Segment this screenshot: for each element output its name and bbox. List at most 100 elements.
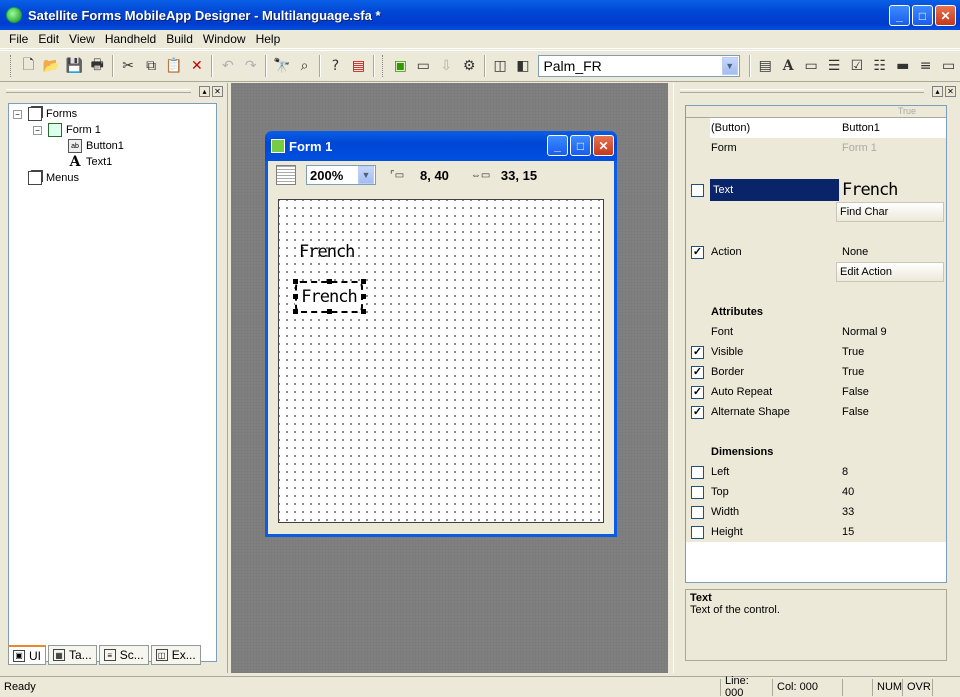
find-icon[interactable]: 🔭	[270, 55, 293, 77]
panel-collapse-button[interactable]: ▴	[932, 85, 943, 97]
build-icon[interactable]: ⚙	[458, 55, 481, 77]
new-icon[interactable]: 🗋	[17, 55, 40, 77]
tab-scripts[interactable]: ≡ Sc...	[98, 645, 149, 665]
tree-item-menus[interactable]: Menus	[13, 170, 216, 186]
menu-window[interactable]: Window	[198, 32, 251, 46]
save-icon[interactable]: 💾	[63, 55, 86, 77]
resize-handle[interactable]	[361, 294, 366, 299]
tree-item-form1[interactable]: − Form 1	[13, 122, 216, 138]
chevron-down-icon[interactable]: ▼	[721, 57, 738, 75]
form-minimize-button[interactable]: _	[547, 135, 568, 156]
tab-tables[interactable]: ▦ Ta...	[48, 645, 97, 665]
pdf-icon[interactable]: ▤	[347, 55, 370, 77]
layout-icon[interactable]: ◫	[489, 55, 512, 77]
form-close-button[interactable]: ✕	[593, 135, 614, 156]
top-checkbox[interactable]	[691, 485, 704, 499]
find-replace-icon[interactable]: ⌕	[293, 55, 316, 77]
help-icon[interactable]: ?	[324, 55, 347, 77]
close-button[interactable]: ✕	[935, 5, 956, 26]
collapse-icon[interactable]: −	[33, 125, 42, 135]
altshape-checkbox[interactable]: ✓	[691, 405, 704, 419]
prop-row-border[interactable]: ✓ Border True	[686, 362, 946, 382]
chevron-down-icon[interactable]: ▼	[358, 166, 374, 184]
button-control-icon[interactable]: ▬	[891, 55, 914, 77]
visible-checkbox[interactable]: ✓	[691, 345, 704, 359]
resize-handle[interactable]	[327, 279, 332, 284]
resize-grip-icon[interactable]	[932, 678, 960, 696]
menu-view[interactable]: View	[64, 32, 100, 46]
prop-value[interactable]: Button1	[839, 118, 946, 138]
panel-collapse-button[interactable]: ▴	[199, 85, 210, 97]
prop-row-autorepeat[interactable]: ✓ Auto Repeat False	[686, 382, 946, 402]
project-tree[interactable]: − Forms − Form 1 ab Button1 A Text1 Menu…	[8, 103, 217, 662]
tab-ui[interactable]: ▣ UI	[8, 645, 46, 665]
autorepeat-checkbox[interactable]: ✓	[691, 385, 704, 399]
action-checkbox[interactable]: ✓	[691, 245, 704, 259]
prop-value[interactable]: True	[839, 342, 946, 362]
label-control-icon[interactable]: ▤	[754, 55, 777, 77]
edit-control-icon[interactable]: ▭	[800, 55, 823, 77]
prop-row-top[interactable]: Top 40	[686, 482, 946, 502]
form-title-bar[interactable]: Form 1 _ □ ✕	[265, 131, 617, 161]
prop-value[interactable]: 33	[839, 502, 946, 522]
prop-value[interactable]: False	[839, 402, 946, 422]
panel-close-button[interactable]: ✕	[945, 85, 956, 97]
edit-action-button[interactable]: Edit Action	[836, 262, 944, 282]
prop-value[interactable]: French	[839, 180, 946, 200]
border-checkbox[interactable]: ✓	[691, 365, 704, 379]
arrange-icon[interactable]: ◧	[512, 55, 535, 77]
copy-icon[interactable]: ⧉	[140, 55, 163, 77]
prop-row-altshape[interactable]: ✓ Alternate Shape False	[686, 402, 946, 422]
delete-icon[interactable]: ✕	[185, 55, 208, 77]
download-icon[interactable]: ⇩	[435, 55, 458, 77]
resize-handle[interactable]	[293, 309, 298, 314]
minimize-button[interactable]: _	[889, 5, 910, 26]
text-control-icon[interactable]: A	[777, 55, 800, 77]
print-icon[interactable]: 🖶	[86, 55, 109, 77]
resize-handle[interactable]	[293, 294, 298, 299]
resize-handle[interactable]	[361, 279, 366, 284]
prop-value[interactable]: Normal 9	[839, 322, 946, 342]
prop-value[interactable]: False	[839, 382, 946, 402]
text-checkbox[interactable]	[691, 183, 704, 197]
find-char-button[interactable]: Find Char	[836, 202, 944, 222]
prop-value[interactable]: 8	[839, 462, 946, 482]
redo-icon[interactable]: ↷	[239, 55, 262, 77]
resize-handle[interactable]	[361, 309, 366, 314]
prop-row-visible[interactable]: ✓ Visible True	[686, 342, 946, 362]
menu-handheld[interactable]: Handheld	[100, 32, 161, 46]
collapse-icon[interactable]: −	[13, 109, 22, 119]
checkbox-control-icon[interactable]: ☑	[845, 55, 868, 77]
menu-help[interactable]: Help	[251, 32, 286, 46]
cut-icon[interactable]: ✂	[117, 55, 140, 77]
tree-item-forms[interactable]: − Forms	[13, 106, 216, 122]
text1-control[interactable]: French	[299, 242, 355, 262]
prop-row-width[interactable]: Width 33	[686, 502, 946, 522]
prop-row-type[interactable]: (Button) Button1	[686, 118, 946, 138]
undo-icon[interactable]: ↶	[216, 55, 239, 77]
prop-value[interactable]: 40	[839, 482, 946, 502]
maximize-button[interactable]: □	[912, 5, 933, 26]
new-form-icon[interactable]: ▣	[389, 55, 412, 77]
prop-row-height[interactable]: Height 15	[686, 522, 946, 542]
paragraph-control-icon[interactable]: ☰	[823, 55, 846, 77]
prop-value[interactable]: True	[839, 362, 946, 382]
resize-handle[interactable]	[327, 309, 332, 314]
form-props-icon[interactable]: ▭	[412, 55, 435, 77]
prop-value[interactable]: None	[839, 242, 946, 262]
list-control-icon[interactable]: ☷	[868, 55, 891, 77]
prop-value[interactable]: 15	[839, 522, 946, 542]
menu-edit[interactable]: Edit	[33, 32, 64, 46]
form-canvas[interactable]: French French	[278, 199, 604, 523]
lines-control-icon[interactable]: ≡	[914, 55, 937, 77]
height-checkbox[interactable]	[691, 525, 704, 539]
tree-item-button1[interactable]: ab Button1	[13, 138, 216, 154]
tab-extensions[interactable]: ◫ Ex...	[150, 645, 201, 665]
menu-file[interactable]: File	[4, 32, 33, 46]
zoom-select[interactable]: 200% ▼	[306, 165, 376, 185]
open-icon[interactable]: 📂	[40, 55, 63, 77]
paste-icon[interactable]: 📋	[163, 55, 186, 77]
menu-build[interactable]: Build	[161, 32, 198, 46]
prop-row-left[interactable]: Left 8	[686, 462, 946, 482]
width-checkbox[interactable]	[691, 505, 704, 519]
